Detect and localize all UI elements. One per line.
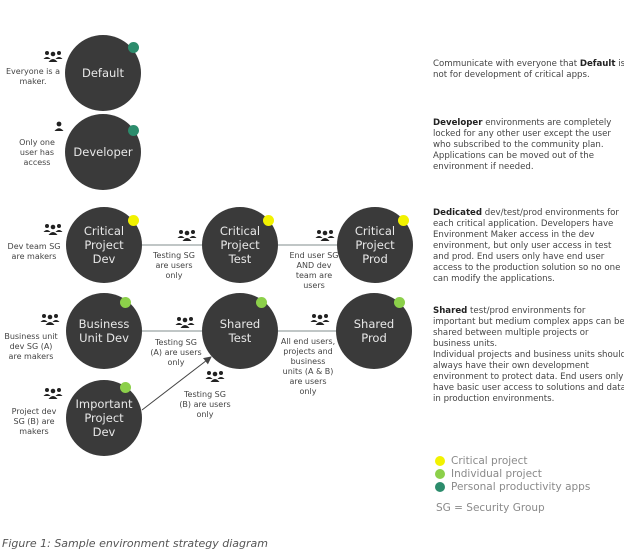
group-icon <box>43 388 63 399</box>
legend-item-personal: Personal productivity apps <box>435 481 590 493</box>
badge-individual <box>120 297 131 308</box>
desc-bold: Default <box>579 59 616 69</box>
note-business-dev: Business unit dev SG (A) are makers <box>4 332 58 361</box>
node-label: Default <box>81 66 125 80</box>
desc-text: dev/test/prod environments for each crit… <box>433 208 621 284</box>
edge-note-important-shared-test: Testing SG (B) are users only <box>179 390 231 419</box>
node-label: Critical Project Dev <box>83 224 125 266</box>
description-shared: Shared test/prod environments for import… <box>433 306 624 405</box>
note-important-dev: Project dev SG (B) are makers <box>11 407 57 436</box>
edge-note-business-shared-test: Testing SG (A) are users only <box>150 338 202 367</box>
desc-bold: Shared <box>433 306 468 316</box>
legend-abbrev-text: SG = Security Group <box>436 502 545 514</box>
badge-critical <box>128 215 139 226</box>
badge-personal <box>128 42 139 53</box>
legend-label: Critical project <box>451 455 528 467</box>
badge-personal <box>128 125 139 136</box>
group-icon <box>315 230 335 241</box>
note-critical-dev: Dev team SG are makers <box>7 242 61 261</box>
node-label: Developer <box>73 145 133 159</box>
note-default: Everyone is a maker. <box>6 67 60 86</box>
edge-note-critical-test-prod: End user SG AND dev team are users <box>289 251 339 290</box>
badge-individual <box>120 382 131 393</box>
node-label: Critical Project Prod <box>354 224 396 266</box>
description-developer: Developer environments are completely lo… <box>433 118 624 173</box>
node-label: Critical Project Test <box>219 224 261 266</box>
desc-text: Communicate with everyone that <box>433 59 580 69</box>
badge-individual <box>256 297 267 308</box>
edge-note-critical-dev-test: Testing SG are users only <box>153 251 195 280</box>
desc-text: Individual projects and business units s… <box>433 350 624 404</box>
legend-label: Personal productivity apps <box>451 481 591 493</box>
group-icon <box>40 314 60 325</box>
legend-dot <box>435 482 445 492</box>
badge-individual <box>394 297 405 308</box>
node-label: Shared Test <box>219 317 261 345</box>
legend-dot <box>435 456 445 466</box>
legend-dot <box>435 469 445 479</box>
legend-abbreviation: SG = Security Group <box>436 502 545 514</box>
badge-critical <box>398 215 409 226</box>
group-icon <box>43 51 63 62</box>
group-icon <box>310 314 330 325</box>
legend-item-individual: Individual project <box>435 468 542 480</box>
legend-item-critical: Critical project <box>435 455 528 467</box>
node-label: Important Project Dev <box>75 397 133 439</box>
node-label: Shared Prod <box>353 317 395 345</box>
description-default: Communicate with everyone that Default i… <box>433 59 624 81</box>
node-label: Business Unit Dev <box>78 317 130 345</box>
description-dedicated: Dedicated dev/test/prod environments for… <box>433 208 624 285</box>
group-icon <box>177 230 197 241</box>
badge-critical <box>263 215 274 226</box>
desc-bold: Developer <box>433 118 483 128</box>
desc-bold: Dedicated <box>433 208 483 218</box>
edge-note-shared-test-prod: All end users, projects and business uni… <box>280 337 336 396</box>
note-developer: Only one user has access <box>19 138 55 167</box>
node-important-project-dev: Important Project Dev <box>66 380 142 456</box>
group-icon <box>205 371 225 382</box>
group-icon <box>43 224 63 235</box>
group-icon <box>175 317 195 328</box>
figure-caption: Figure 1: Sample environment strategy di… <box>2 537 268 550</box>
user-icon <box>54 121 64 131</box>
legend-label: Individual project <box>451 468 542 480</box>
